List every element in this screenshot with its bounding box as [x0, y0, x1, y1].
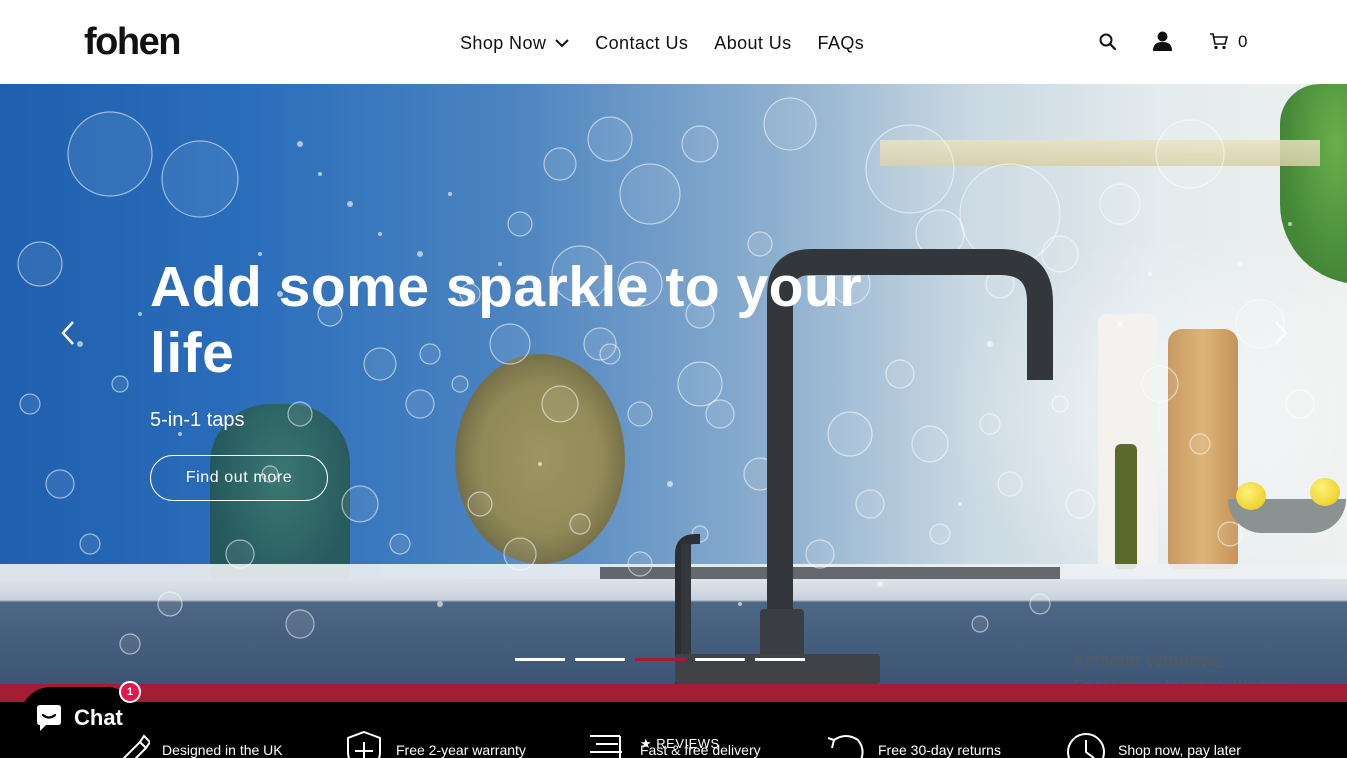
nav-contact-us-label: Contact Us [595, 33, 689, 53]
site-header: fohen Shop Now Contact Us About Us FAQs … [0, 0, 1347, 84]
nav-faqs[interactable]: FAQs [818, 31, 865, 55]
carousel-dot-5[interactable] [755, 658, 805, 661]
returns-icon [827, 735, 864, 758]
chat-notification-badge: 1 [119, 681, 141, 703]
carousel-dot-4[interactable] [695, 658, 745, 661]
usp-returns-label: Free 30-day returns [878, 742, 1001, 758]
chat-label: Chat [74, 705, 123, 730]
usp-warranty: Free 2-year warranty [344, 730, 526, 758]
carousel-dot-2[interactable] [575, 658, 625, 661]
cart-count[interactable]: 0 [1238, 31, 1247, 53]
account-icon[interactable] [1153, 31, 1172, 51]
nav-shop-now-label: Shop Now [460, 33, 547, 53]
cart-icon[interactable] [1210, 33, 1228, 50]
nav-about-us-label: About Us [714, 33, 792, 53]
hero-subtitle: 5-in-1 taps [150, 409, 245, 431]
carousel-dot-3[interactable] [635, 658, 685, 661]
find-out-more-button[interactable]: Find out more [150, 455, 328, 501]
carousel-dots [515, 658, 805, 661]
reviews-tab[interactable]: ★ REVIEWS [640, 736, 720, 752]
hero-banner: Add some sparkle to your life 5-in-1 tap… [0, 84, 1347, 684]
shield-plus-icon [347, 730, 381, 758]
promo-bar [0, 684, 1347, 702]
watermark-title: Activate Windows [1073, 651, 1223, 672]
usp-designed-uk-label: Designed in the UK [162, 742, 283, 758]
nav-contact-us[interactable]: Contact Us [595, 31, 688, 55]
carousel-prev-arrow-icon[interactable] [60, 319, 76, 347]
carousel-next-arrow-icon[interactable] [1273, 319, 1289, 347]
nav-shop-now[interactable]: Shop Now [460, 31, 569, 55]
nav-faqs-label: FAQs [817, 33, 865, 53]
delivery-icon [590, 735, 622, 758]
usp-warranty-label: Free 2-year warranty [396, 742, 526, 758]
usp-pay-later: Shop now, pay later [1066, 730, 1241, 758]
nav-about-us[interactable]: About Us [714, 31, 791, 55]
chat-bubble-icon [37, 705, 61, 731]
logo[interactable]: fohen [84, 22, 181, 62]
main-nav: Shop Now Contact Us About Us FAQs [460, 31, 864, 55]
usp-designed-uk: Designed in the UK [110, 730, 283, 758]
hero-title: Add some sparkle to your life [150, 255, 863, 385]
clock-icon [1067, 733, 1105, 758]
carousel-dot-1[interactable] [515, 658, 565, 661]
usp-returns: Free 30-day returns [826, 730, 1001, 758]
chevron-down-icon [555, 38, 569, 47]
usp-pay-later-label: Shop now, pay later [1118, 742, 1241, 758]
search-icon[interactable] [1099, 33, 1117, 51]
